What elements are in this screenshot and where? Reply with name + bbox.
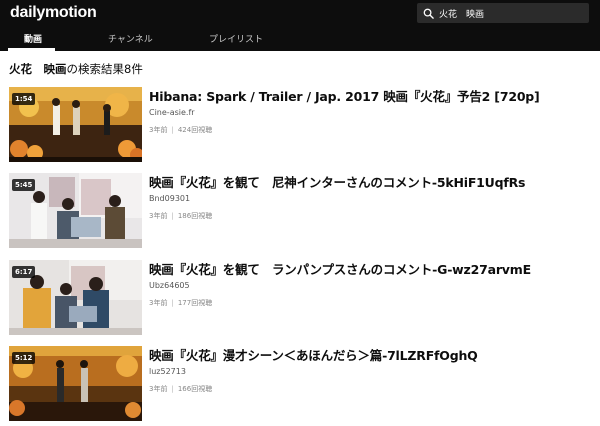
active-tab-indicator <box>8 48 55 51</box>
video-info: 映画『火花』漫才シーン＜あほんだら＞篇-7lLZRFfOghQ luz52713… <box>149 347 579 394</box>
video-info: 映画『火花』を観て 尼神インターさんのコメント-5kHiF1UqfRs Bnd0… <box>149 174 579 221</box>
search-input[interactable]: 火花 映画 <box>439 7 484 20</box>
video-info: Hibana: Spark / Trailer / Jap. 2017 映画『火… <box>149 88 579 135</box>
results-count-text: の検索結果8件 <box>66 62 143 76</box>
results-heading: 火花 映画の検索結果8件 <box>9 61 143 77</box>
meta-separator: | <box>171 212 174 220</box>
video-result[interactable]: 1:54 Hibana: Spark / Trailer / Jap. 2017… <box>9 87 589 163</box>
upload-age: 3年前 <box>149 299 168 307</box>
view-count: 177回視聴 <box>177 299 213 307</box>
dailymotion-logo[interactable]: dailymotion <box>10 4 97 22</box>
tab-bar: 動画 チャンネル プレイリスト <box>0 28 600 51</box>
header-bar: dailymotion 火花 映画 動画 チャンネル プレイリスト <box>0 0 600 51</box>
video-result[interactable]: 5:12 映画『火花』漫才シーン＜あほんだら＞篇-7lLZRFfOghQ luz… <box>9 346 589 422</box>
video-meta: 3年前 | 186回視聴 <box>149 211 579 221</box>
video-title-link[interactable]: 映画『火花』を観て 尼神インターさんのコメント-5kHiF1UqfRs <box>149 174 579 191</box>
video-title-link[interactable]: 映画『火花』漫才シーン＜あほんだら＞篇-7lLZRFfOghQ <box>149 347 579 364</box>
meta-separator: | <box>171 385 174 393</box>
video-meta: 3年前 | 166回視聴 <box>149 384 579 394</box>
video-result[interactable]: 6:17 映画『火花』を観て ランパンプスさんのコメント-G-wz27arvmE… <box>9 260 589 336</box>
channel-name-link[interactable]: Bnd09301 <box>149 194 579 203</box>
tab-videos[interactable]: 動画 <box>24 32 42 45</box>
duration-badge: 1:54 <box>12 93 36 105</box>
video-meta: 3年前 | 424回視聴 <box>149 125 579 135</box>
channel-name-link[interactable]: Ubz64605 <box>149 281 579 290</box>
video-thumbnail[interactable]: 5:12 <box>9 346 142 421</box>
video-thumbnail[interactable]: 1:54 <box>9 87 142 162</box>
view-count: 166回視聴 <box>177 385 213 393</box>
duration-badge: 5:45 <box>12 179 36 191</box>
meta-separator: | <box>171 126 174 134</box>
video-result[interactable]: 5:45 映画『火花』を観て 尼神インターさんのコメント-5kHiF1UqfRs… <box>9 173 589 249</box>
view-count: 424回視聴 <box>177 126 213 134</box>
channel-name-link[interactable]: Cine-asie.fr <box>149 108 579 117</box>
duration-badge: 5:12 <box>12 352 36 364</box>
tab-channels[interactable]: チャンネル <box>108 32 153 45</box>
video-thumbnail[interactable]: 5:45 <box>9 173 142 248</box>
upload-age: 3年前 <box>149 212 168 220</box>
tab-playlists[interactable]: プレイリスト <box>209 32 263 45</box>
channel-name-link[interactable]: luz52713 <box>149 367 579 376</box>
video-info: 映画『火花』を観て ランパンプスさんのコメント-G-wz27arvmE Ubz6… <box>149 261 579 308</box>
video-meta: 3年前 | 177回視聴 <box>149 298 579 308</box>
upload-age: 3年前 <box>149 385 168 393</box>
video-title-link[interactable]: 映画『火花』を観て ランパンプスさんのコメント-G-wz27arvmE <box>149 261 579 278</box>
upload-age: 3年前 <box>149 126 168 134</box>
search-query-text: 火花 映画 <box>9 62 67 76</box>
meta-separator: | <box>171 299 174 307</box>
search-icon[interactable] <box>423 8 434 19</box>
search-box[interactable]: 火花 映画 <box>417 3 589 23</box>
video-title-link[interactable]: Hibana: Spark / Trailer / Jap. 2017 映画『火… <box>149 88 579 105</box>
view-count: 186回視聴 <box>177 212 213 220</box>
duration-badge: 6:17 <box>12 266 36 278</box>
video-thumbnail[interactable]: 6:17 <box>9 260 142 335</box>
